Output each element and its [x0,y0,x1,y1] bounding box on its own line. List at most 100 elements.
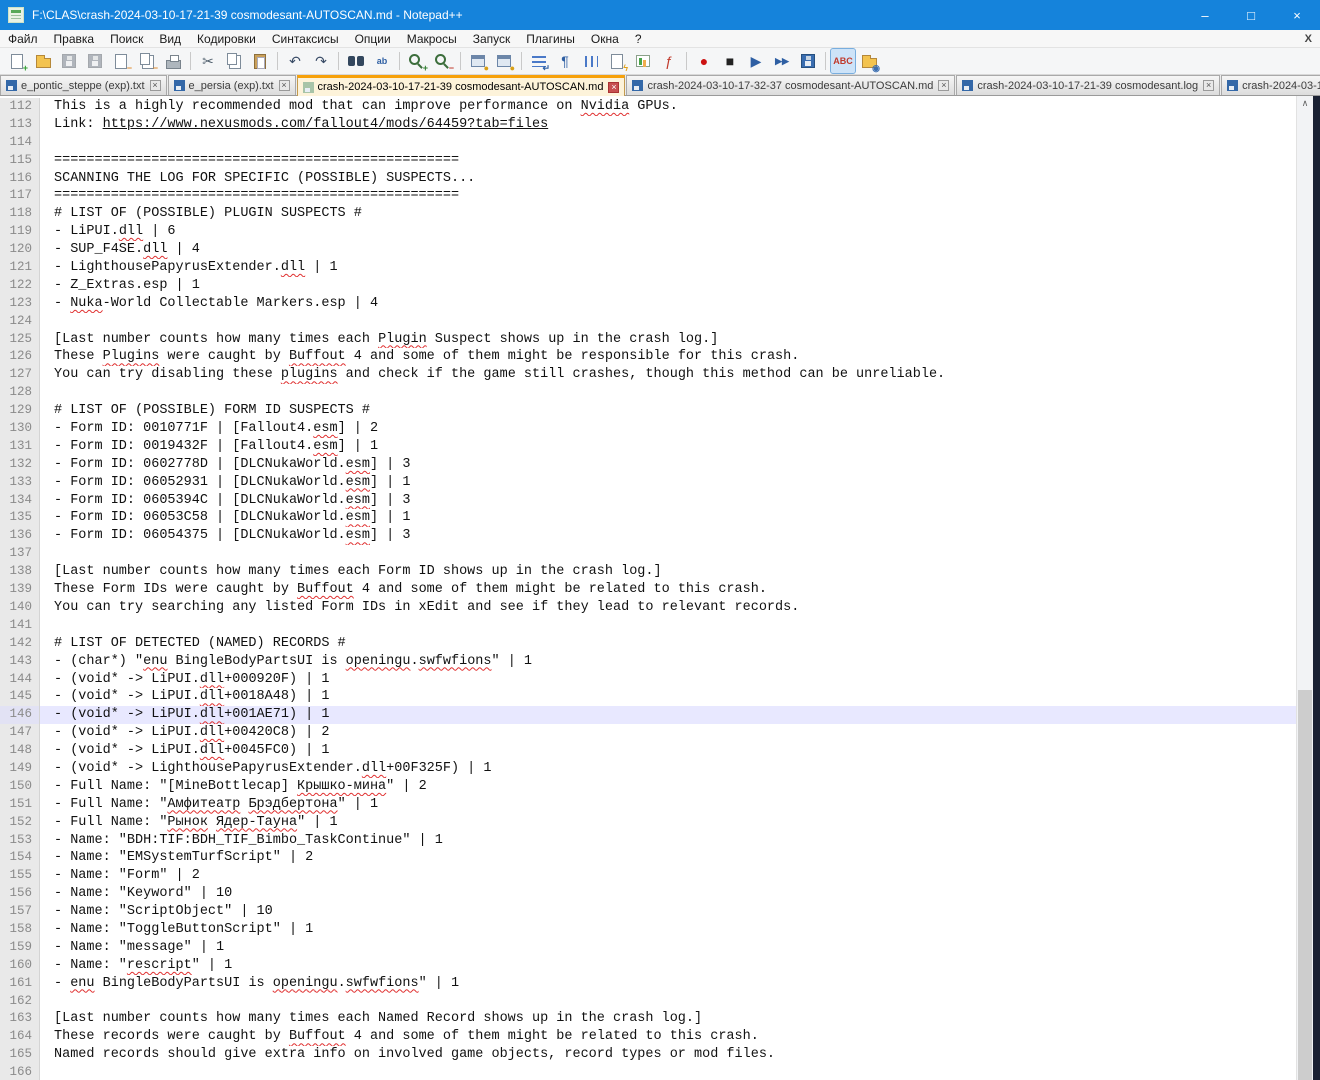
line-text[interactable]: - Form ID: 0605394C | [DLCNukaWorld.esm]… [50,492,1296,510]
line-text[interactable]: Link: https://www.nexusmods.com/fallout4… [50,116,1296,134]
line-number[interactable]: 143 [0,653,40,671]
line-number[interactable]: 123 [0,295,40,313]
line-text[interactable]: - Name: "BDH:TIF:BDH_TIF_Bimbo_TaskConti… [50,832,1296,850]
line-number[interactable]: 153 [0,832,40,850]
line-number[interactable]: 163 [0,1010,40,1028]
line-text[interactable]: ========================================… [50,152,1296,170]
tab[interactable]: e_persia (exp).txt [168,75,296,95]
line-number[interactable]: 130 [0,420,40,438]
print-button[interactable] [161,49,185,73]
line-text[interactable]: - Name: "ScriptObject" | 10 [50,903,1296,921]
line-number[interactable]: 156 [0,885,40,903]
vertical-scrollbar[interactable]: ∧ [1296,96,1313,1080]
title-bar[interactable]: F:\CLAS\crash-2024-03-10-17-21-39 cosmod… [0,0,1320,30]
line-text[interactable]: SCANNING THE LOG FOR SPECIFIC (POSSIBLE)… [50,170,1296,188]
open-file-button[interactable] [31,49,55,73]
save-file-button[interactable] [57,49,81,73]
tab-close-icon[interactable] [938,80,949,91]
line-text[interactable]: These Form IDs were caught by Buffout 4 … [50,581,1296,599]
line-number[interactable]: 120 [0,241,40,259]
line-number[interactable]: 162 [0,993,40,1011]
menu-item[interactable]: Плагины [518,30,583,47]
line-number[interactable]: 118 [0,205,40,223]
line-number[interactable]: 128 [0,384,40,402]
line-number[interactable]: 166 [0,1064,40,1080]
hyperlink[interactable]: https://www.nexusmods.com/fallout4/mods/… [103,117,549,132]
line-number[interactable]: 135 [0,509,40,527]
line-number[interactable]: 155 [0,867,40,885]
menu-item[interactable]: ? [627,30,650,47]
user-defined-language-button[interactable]: ϟ [605,49,629,73]
cut-button[interactable]: ✂ [196,49,220,73]
line-text[interactable] [50,1064,1296,1080]
line-text[interactable]: - (void* -> LiPUI.dll+000920F) | 1 [50,671,1296,689]
line-number[interactable]: 115 [0,152,40,170]
tab[interactable]: crash-2024-03-10-17-21-39 cosmodesant.lo… [956,75,1220,95]
line-text[interactable]: - (void* -> LiPUI.dll+001AE71) | 1 [50,706,1296,724]
tab-close-icon[interactable] [279,80,290,91]
menu-item[interactable]: Поиск [102,30,151,47]
line-text[interactable] [50,545,1296,563]
line-text[interactable]: - Name: "Form" | 2 [50,867,1296,885]
line-text[interactable]: - LighthousePapyrusExtender.dll | 1 [50,259,1296,277]
tab[interactable]: crash-2024-03-10-17-32-37 cosmodesant-AU… [626,75,955,95]
line-text[interactable]: - Form ID: 0602778D | [DLCNukaWorld.esm]… [50,456,1296,474]
line-number[interactable]: 124 [0,313,40,331]
line-number[interactable]: 114 [0,134,40,152]
line-number[interactable]: 152 [0,814,40,832]
line-text[interactable]: [Last number counts how many times each … [50,563,1296,581]
menu-item[interactable]: Макросы [399,30,465,47]
line-text[interactable]: - enu BingleBodyPartsUI is openingu.swfw… [50,975,1296,993]
macro-run-multiple-button[interactable]: ▶▶ [770,49,794,73]
line-text[interactable]: - (char*) "enu BingleBodyPartsUI is open… [50,653,1296,671]
line-text[interactable]: ========================================… [50,187,1296,205]
line-number[interactable]: 154 [0,849,40,867]
line-number[interactable]: 141 [0,617,40,635]
line-text[interactable] [50,617,1296,635]
line-number[interactable]: 148 [0,742,40,760]
copy-button[interactable] [222,49,246,73]
line-number[interactable]: 129 [0,402,40,420]
editor[interactable]: 112This is a highly recommended mod that… [0,96,1320,1080]
tab[interactable]: crash-2024-03-10-17-21-39 cosmodesant-AU… [297,75,626,96]
scrollbar-thumb[interactable] [1298,690,1312,1080]
new-file-button[interactable]: + [5,49,29,73]
function-list-button[interactable]: ƒ [657,49,681,73]
line-number[interactable]: 147 [0,724,40,742]
show-indent-guide-button[interactable] [579,49,603,73]
close-button[interactable]: × [1274,0,1320,30]
line-text[interactable]: This is a highly recommended mod that ca… [50,98,1296,116]
line-text[interactable]: # LIST OF (POSSIBLE) FORM ID SUSPECTS # [50,402,1296,420]
line-text[interactable]: - Name: "EMSystemTurfScript" | 2 [50,849,1296,867]
tab[interactable]: e_pontic_steppe (exp).txt [0,75,167,95]
spell-check-button[interactable]: ABC [831,49,855,73]
menu-item[interactable]: Кодировки [189,30,264,47]
line-text[interactable]: Named records should give extra info on … [50,1046,1296,1064]
line-text[interactable]: - Form ID: 0019432F | [Fallout4.esm] | 1 [50,438,1296,456]
line-number[interactable]: 122 [0,277,40,295]
document-monitor-button[interactable]: ◉ [857,49,881,73]
line-number[interactable]: 161 [0,975,40,993]
menu-item[interactable]: Запуск [465,30,519,47]
line-number[interactable]: 127 [0,366,40,384]
line-text[interactable]: These records were caught by Buffout 4 a… [50,1028,1296,1046]
macro-stop-button[interactable]: ■ [718,49,742,73]
zoom-in-button[interactable]: + [405,49,429,73]
sync-horizontal-scroll-button[interactable]: ● [492,49,516,73]
line-text[interactable]: You can try searching any listed Form ID… [50,599,1296,617]
line-number[interactable]: 150 [0,778,40,796]
line-text[interactable]: - Form ID: 06054375 | [DLCNukaWorld.esm]… [50,527,1296,545]
line-number[interactable]: 126 [0,348,40,366]
line-number[interactable]: 159 [0,939,40,957]
line-number[interactable]: 165 [0,1046,40,1064]
line-text[interactable]: - Nuka-World Collectable Markers.esp | 4 [50,295,1296,313]
line-text[interactable]: - Full Name: "[MineBottlecap] Крышко-мин… [50,778,1296,796]
minimize-button[interactable]: – [1182,0,1228,30]
document-close-x-icon[interactable]: X [1297,33,1320,45]
line-text[interactable]: [Last number counts how many times each … [50,1010,1296,1028]
line-number[interactable]: 139 [0,581,40,599]
line-number[interactable]: 132 [0,456,40,474]
line-number[interactable]: 137 [0,545,40,563]
menu-item[interactable]: Окна [583,30,627,47]
line-number[interactable]: 121 [0,259,40,277]
